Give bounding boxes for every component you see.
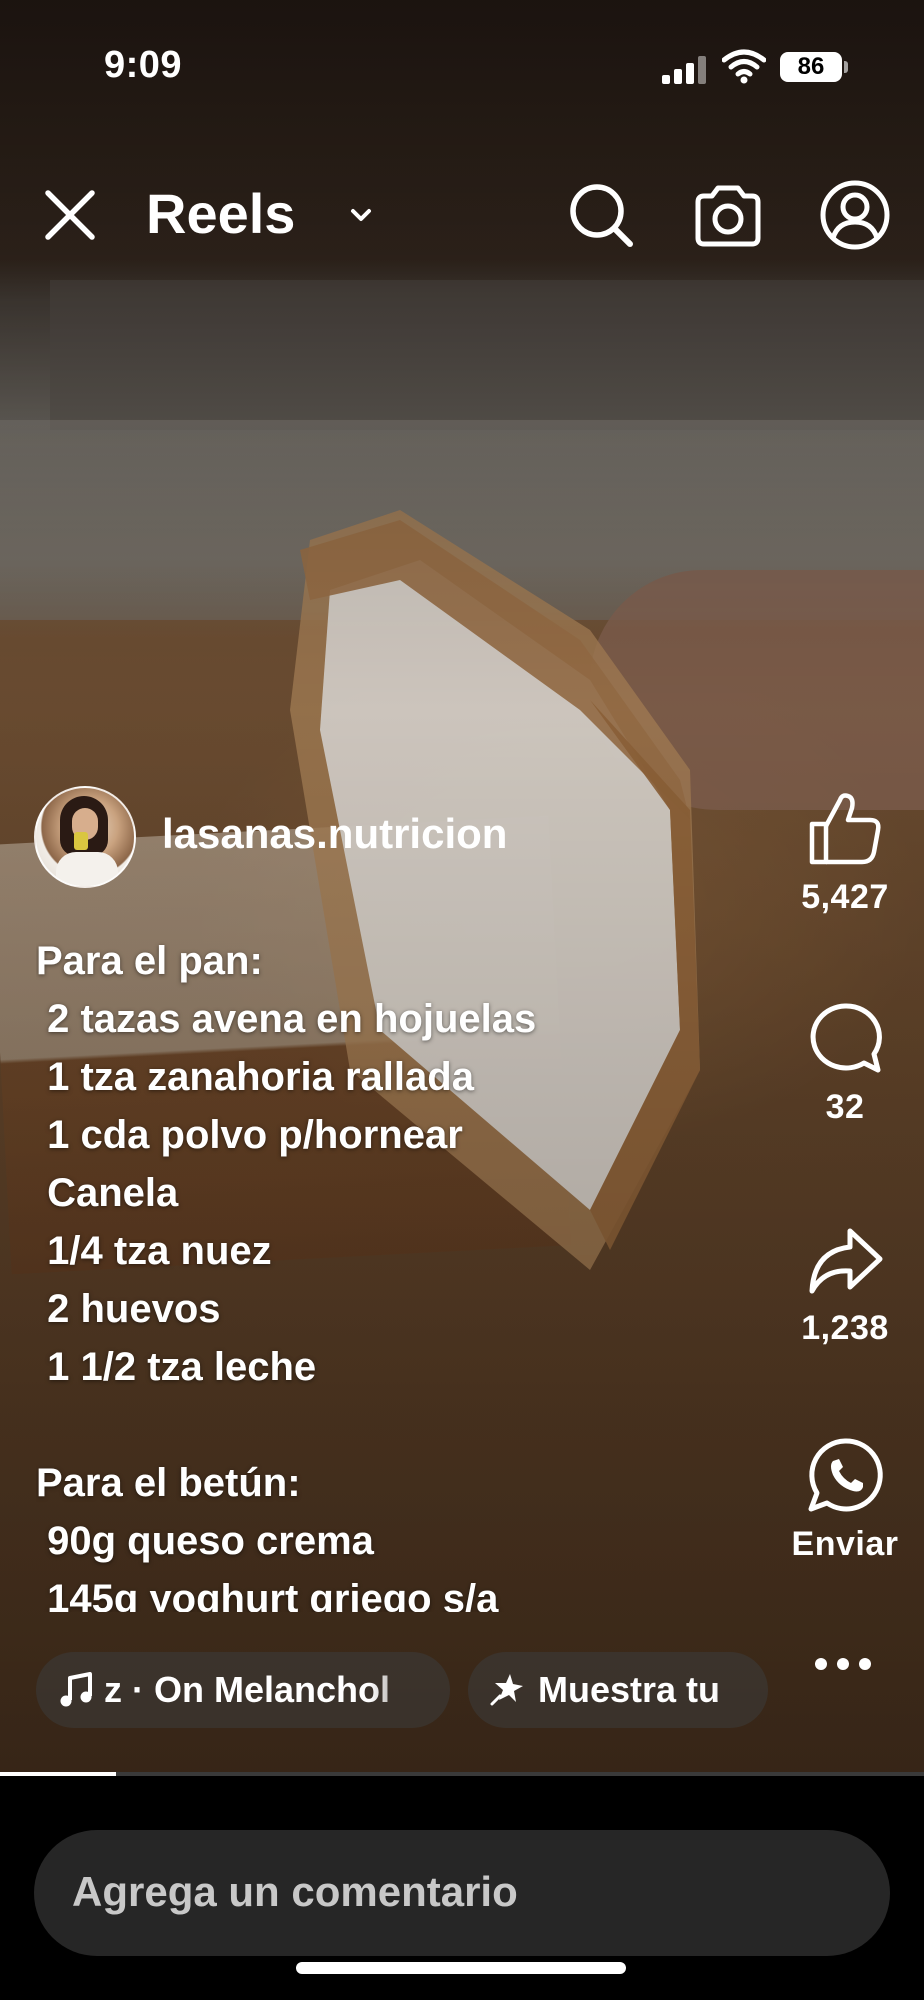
send-action[interactable]: Enviar: [770, 1435, 920, 1564]
like-icon[interactable]: [806, 790, 884, 868]
effect-pill[interactable]: Muestra tu: [468, 1652, 768, 1728]
avatar-mug: [74, 832, 88, 850]
battery-tip: [844, 61, 848, 73]
send-label: Enviar: [791, 1525, 899, 1563]
page-title[interactable]: Reels: [146, 184, 295, 244]
home-indicator: [296, 1962, 626, 1974]
whatsapp-icon[interactable]: [805, 1435, 885, 1515]
caption-lines: Para el pan: 2 tazas avena en hojuelas 1…: [36, 932, 656, 1612]
effect-label: Muestra tu: [538, 1670, 721, 1710]
wifi-icon: [722, 49, 766, 84]
post-caption[interactable]: Para el pan: 2 tazas avena en hojuelas 1…: [36, 932, 656, 1612]
share-icon[interactable]: [806, 1225, 884, 1299]
comment-placeholder: Agrega un comentario: [72, 1868, 518, 1915]
caption-line: Canela: [36, 1171, 179, 1215]
caption-line: 2 huevos: [36, 1287, 221, 1331]
caption-line: 90g queso crema: [36, 1519, 374, 1563]
like-action[interactable]: 5,427: [770, 790, 920, 917]
profile-icon[interactable]: [818, 178, 892, 252]
caption-line: Para el pan:: [36, 939, 263, 983]
reels-header: Reels: [0, 170, 924, 260]
caption-line: 1 tza zanahoria rallada: [36, 1055, 474, 1099]
share-count: 1,238: [801, 1309, 889, 1347]
comment-action[interactable]: 32: [770, 1000, 920, 1127]
audio-label: z · On Melanchol: [104, 1670, 391, 1710]
camera-icon[interactable]: [692, 180, 764, 250]
effect-sparkle-icon: [490, 1674, 523, 1706]
comment-count: 32: [825, 1088, 865, 1126]
caption-line: 1 cda polvo p/hornear: [36, 1113, 463, 1157]
music-note-icon: [60, 1672, 92, 1707]
more-icon[interactable]: [811, 1654, 875, 1674]
caption-line: Para el betún:: [36, 1461, 301, 1505]
status-bar: 9:09 86: [0, 0, 924, 120]
close-icon[interactable]: [40, 185, 100, 245]
caption-line: 1/4 tza nuez: [36, 1229, 272, 1273]
avatar[interactable]: [34, 786, 136, 888]
battery-indicator: 86: [780, 52, 842, 82]
chevron-down-icon[interactable]: [346, 200, 376, 230]
caption-line: 145g yoghurt griego s/a: [36, 1577, 499, 1612]
avatar-body: [56, 852, 118, 886]
audio-pill[interactable]: z · On Melanchol: [36, 1652, 450, 1728]
caption-line: [36, 1396, 656, 1454]
comment-input[interactable]: Agrega un comentario: [34, 1830, 890, 1956]
comment-icon[interactable]: [806, 1000, 884, 1078]
cellular-signal-icon: [662, 56, 708, 84]
username[interactable]: lasanas.nutricion: [162, 810, 507, 858]
caption-line: 1 1/2 tza leche: [36, 1345, 317, 1389]
caption-line: 2 tazas avena en hojuelas: [36, 997, 537, 1041]
like-count: 5,427: [801, 878, 889, 916]
status-time: 9:09: [104, 44, 183, 86]
share-action[interactable]: 1,238: [770, 1225, 920, 1348]
search-icon[interactable]: [566, 180, 636, 250]
comment-bar: Agrega un comentario: [0, 1776, 924, 2000]
